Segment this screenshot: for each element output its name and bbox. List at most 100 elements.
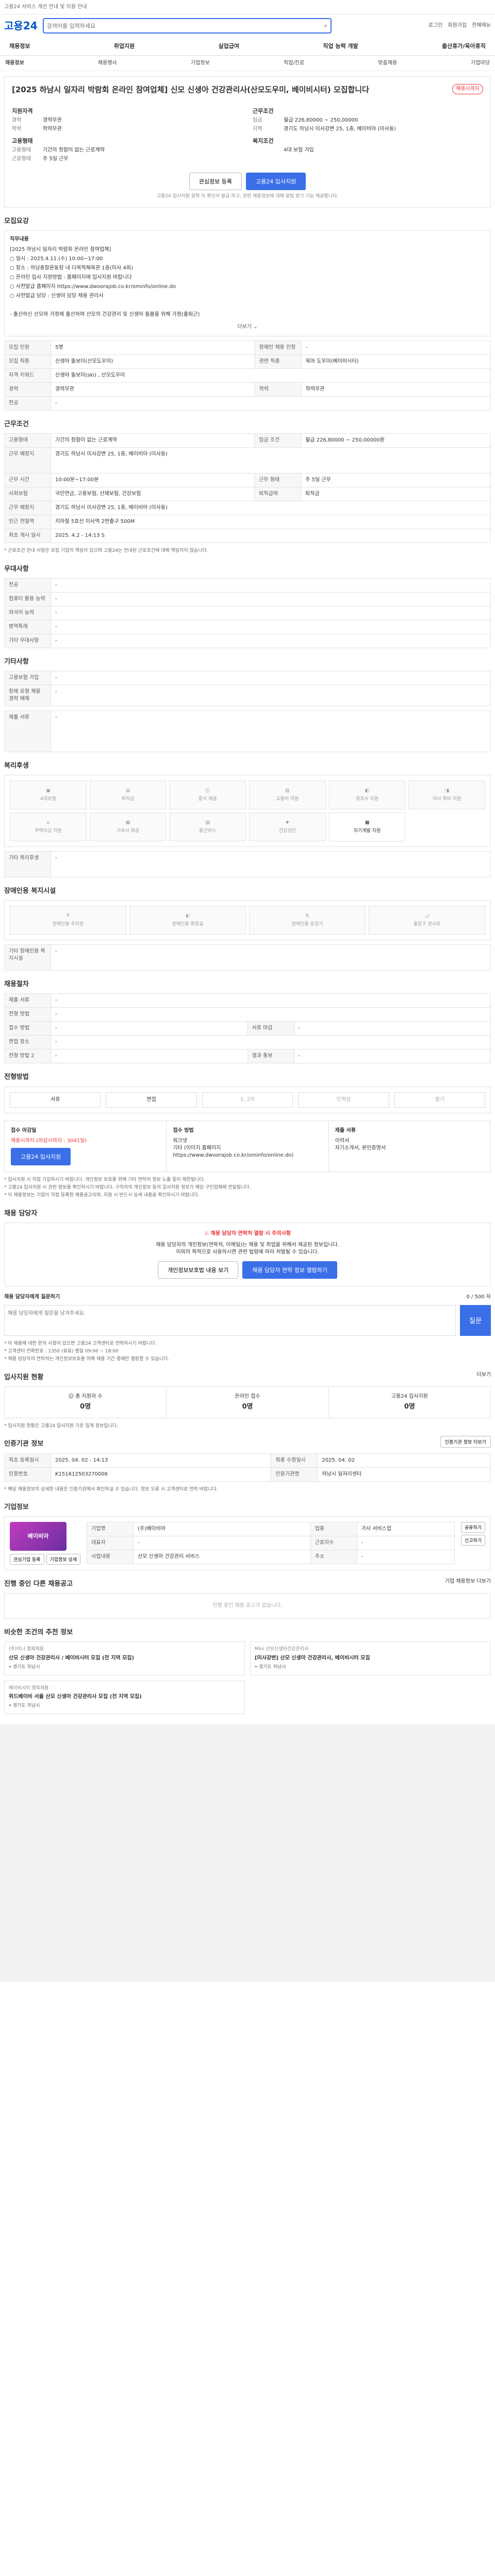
- welfare-tile: ◧ 경조사 지원: [328, 781, 406, 810]
- subnav-2[interactable]: 기업정보: [191, 60, 210, 67]
- apply-col-title: 제출 서류: [335, 1127, 356, 1133]
- privacy-law-button[interactable]: 개인정보보호법 내용 보기: [158, 1261, 239, 1279]
- cell-label: 면접 장소: [4, 1035, 51, 1050]
- house-icon: ⌂: [46, 820, 50, 825]
- tile-label: 교통비 지원: [276, 796, 299, 802]
- cell-value: -: [293, 1021, 491, 1036]
- company-heading: 기업정보: [4, 1503, 29, 1511]
- apply-docs-value: 이력서 자기소개서, 본인증명서: [335, 1138, 386, 1151]
- manage-more-button[interactable]: 인증기관 정보 더보기: [440, 1435, 491, 1448]
- cell-value: -: [51, 1021, 248, 1036]
- qa-form: 질문: [4, 1304, 491, 1336]
- welfare-tile: ◫ 중식 제공: [169, 781, 246, 810]
- kv-value: 월급 226,80000 ~ 250,00000: [284, 117, 358, 123]
- cell-value: -: [356, 1549, 455, 1564]
- search-icon[interactable]: ⌕: [324, 22, 327, 29]
- desc-more-button[interactable]: 더보기 ⌄: [10, 324, 485, 331]
- login-link[interactable]: 로그인: [428, 22, 443, 29]
- cell-label: 주소: [310, 1549, 357, 1564]
- save-interest-button[interactable]: 관심정보 등록: [189, 173, 242, 191]
- extra-heading: 우대사항: [4, 565, 29, 573]
- nav-training[interactable]: 직업 능력 개발: [323, 42, 358, 50]
- job-title: [2025 하남시 일자리 박람회 온라인 참여업체] 신모 신생아 건강관리사…: [12, 85, 369, 94]
- cell-value: -: [51, 591, 491, 606]
- company-interest-button[interactable]: 관심기업 등록: [10, 1553, 44, 1565]
- stats-more-link[interactable]: 더보기: [476, 1371, 491, 1379]
- disability-etc-table: 기타 장애인용 복지시설 -: [4, 944, 491, 971]
- kv-label: 임금: [253, 117, 262, 123]
- search-box: ⌕: [42, 18, 332, 33]
- location-icon: ⌖: [9, 1664, 12, 1670]
- location-icon: ⌖: [255, 1664, 258, 1670]
- related-company: 베이비시터 행복채용: [9, 1685, 49, 1691]
- nav-support[interactable]: 취업지원: [114, 42, 135, 50]
- cell-value: 하남시 일자리센터: [317, 1467, 491, 1482]
- apply-button-2[interactable]: 고용24 입사지원: [11, 1147, 71, 1165]
- kv-label: 고용형태: [12, 147, 31, 154]
- stats-heading: 입사지원 현황: [4, 1373, 44, 1381]
- table-row: 대표자 - 근로자수 -: [87, 1535, 455, 1550]
- cell-label: 근무 예정지: [4, 501, 51, 516]
- report-button[interactable]: 신고하기: [460, 1534, 485, 1546]
- nav-benefit[interactable]: 실업급여: [219, 42, 239, 50]
- subnav-3[interactable]: 직업/진로: [284, 60, 304, 67]
- subnav-0[interactable]: 채용정보: [5, 60, 24, 67]
- nav-jobs[interactable]: 채용정보: [9, 42, 30, 50]
- cell-label: 최종 수정일시: [271, 1453, 318, 1468]
- manage-header: 인증기관 정보 인증기관 정보 더보기: [4, 1430, 491, 1453]
- apply-col-title: 접수 방법: [173, 1127, 194, 1133]
- cell-value: -: [51, 633, 491, 648]
- qa-input[interactable]: [4, 1304, 456, 1336]
- site-logo[interactable]: 고용24: [4, 19, 38, 33]
- disability-grid: P 장애인용 주차장 ◐ 장애인용 화장실 ⇅ 장애인용 승강기 ◿ 출입구 경사로: [10, 906, 485, 935]
- stat-label: 고용24 입사지원: [391, 1393, 428, 1399]
- cell-value: -: [51, 1035, 491, 1050]
- process-table: 제출 서류 - 전형 방법 - 접수 방법 - 서류 마감 - 면접 장소 - 전형 방법 …: [4, 993, 491, 1064]
- subnav-1[interactable]: 채용행사: [98, 60, 117, 67]
- related-item[interactable]: Mini 산모신생아건강관리사 [미사강변] 산모 신생아 건강관리사, 베이비시…: [250, 1641, 491, 1675]
- tile-label: 기숙사 제공: [116, 828, 140, 834]
- apply-note: 고용24 입사지원 광학 이 확인서 발급 하고, 관련 채용정보에 대해 알림…: [156, 194, 339, 199]
- apply-button[interactable]: 고용24 입사지원: [246, 173, 306, 191]
- footer: [0, 1724, 495, 1982]
- view-contact-button[interactable]: 채용 담당자 연락 정보 열람하기: [242, 1261, 337, 1279]
- table-row: 제출 서류 -: [4, 710, 491, 752]
- kv-label: 근로형태: [12, 156, 31, 162]
- cell-value: 경력무관: [51, 382, 255, 397]
- desc-more-label: 더보기: [237, 324, 252, 330]
- work-heading: 근무조건: [4, 420, 29, 429]
- bus-icon: ▧: [205, 820, 210, 825]
- table-row: 근무 예정지 경기도 하남시 미사강변 25, 1층, 베이비아 (미사동): [4, 447, 491, 474]
- step-item: 필기: [394, 1092, 486, 1108]
- cell-label: 고용형태: [4, 433, 51, 448]
- welfare-tile: ▣ 4대보험: [10, 781, 87, 810]
- welfare-tile: ▦ 기숙사 제공: [89, 812, 167, 842]
- signup-link[interactable]: 회원가입: [448, 22, 467, 29]
- share-button[interactable]: 공유하기: [460, 1521, 485, 1533]
- kv-value: 학력무관: [43, 126, 62, 132]
- stats-row: ☺ 총 지원자 수 0명 온라인 접수 0명 고용24 입사지원 0명: [4, 1386, 491, 1419]
- cell-value: 퇴직금: [301, 487, 491, 502]
- cell-value: -: [51, 670, 491, 685]
- company-detail-button[interactable]: 기업정보 상세: [46, 1553, 81, 1565]
- steps-box: 서류 면접 1, 2차 인적성 필기: [4, 1086, 491, 1113]
- related-item[interactable]: 베이비시터 행복채용 위드베이비 서울 산모 신생아 건강관리사 모집 (전 지역…: [4, 1680, 245, 1714]
- nav-leave[interactable]: 출산휴가/육아휴직: [442, 42, 486, 50]
- related-item[interactable]: (주)미니 행복채용 산모 신생아 건강관리사 / 베이비시터 모집 (전 지역 …: [4, 1641, 245, 1675]
- qa-submit-button[interactable]: 질문: [460, 1304, 491, 1336]
- cell-label: 병역특례: [4, 619, 51, 634]
- subnav-5[interactable]: 기업마당: [471, 60, 490, 67]
- subnav-4[interactable]: 맞춤채용: [378, 60, 397, 67]
- related-company: (주)미니 행복채용: [9, 1647, 44, 1652]
- qa-header: 채용 담당자에게 질문하기 0 / 500 자: [4, 1294, 491, 1301]
- disability-tile: ◿ 출입구 경사로: [369, 906, 485, 935]
- all-menu-link[interactable]: 전체메뉴: [472, 22, 491, 29]
- ongoing-more-link[interactable]: 기업 채용정보 더보기: [445, 1578, 491, 1585]
- cell-label: 근무 예정지: [4, 447, 51, 474]
- disability-heading: 장애인용 복지시설: [4, 887, 56, 895]
- transport-icon: ▥: [285, 788, 290, 793]
- contact-notes: * 이 채용에 대한 문의 사항이 있으면 고용24 고객센터로 연락하시기 바…: [4, 1341, 170, 1362]
- stats-header: 입사지원 현황 더보기: [4, 1364, 491, 1386]
- cell-value: 경기도 하남시 미사강변 25, 1층, 베이비아 (미사동): [51, 447, 491, 474]
- search-input[interactable]: [46, 22, 321, 29]
